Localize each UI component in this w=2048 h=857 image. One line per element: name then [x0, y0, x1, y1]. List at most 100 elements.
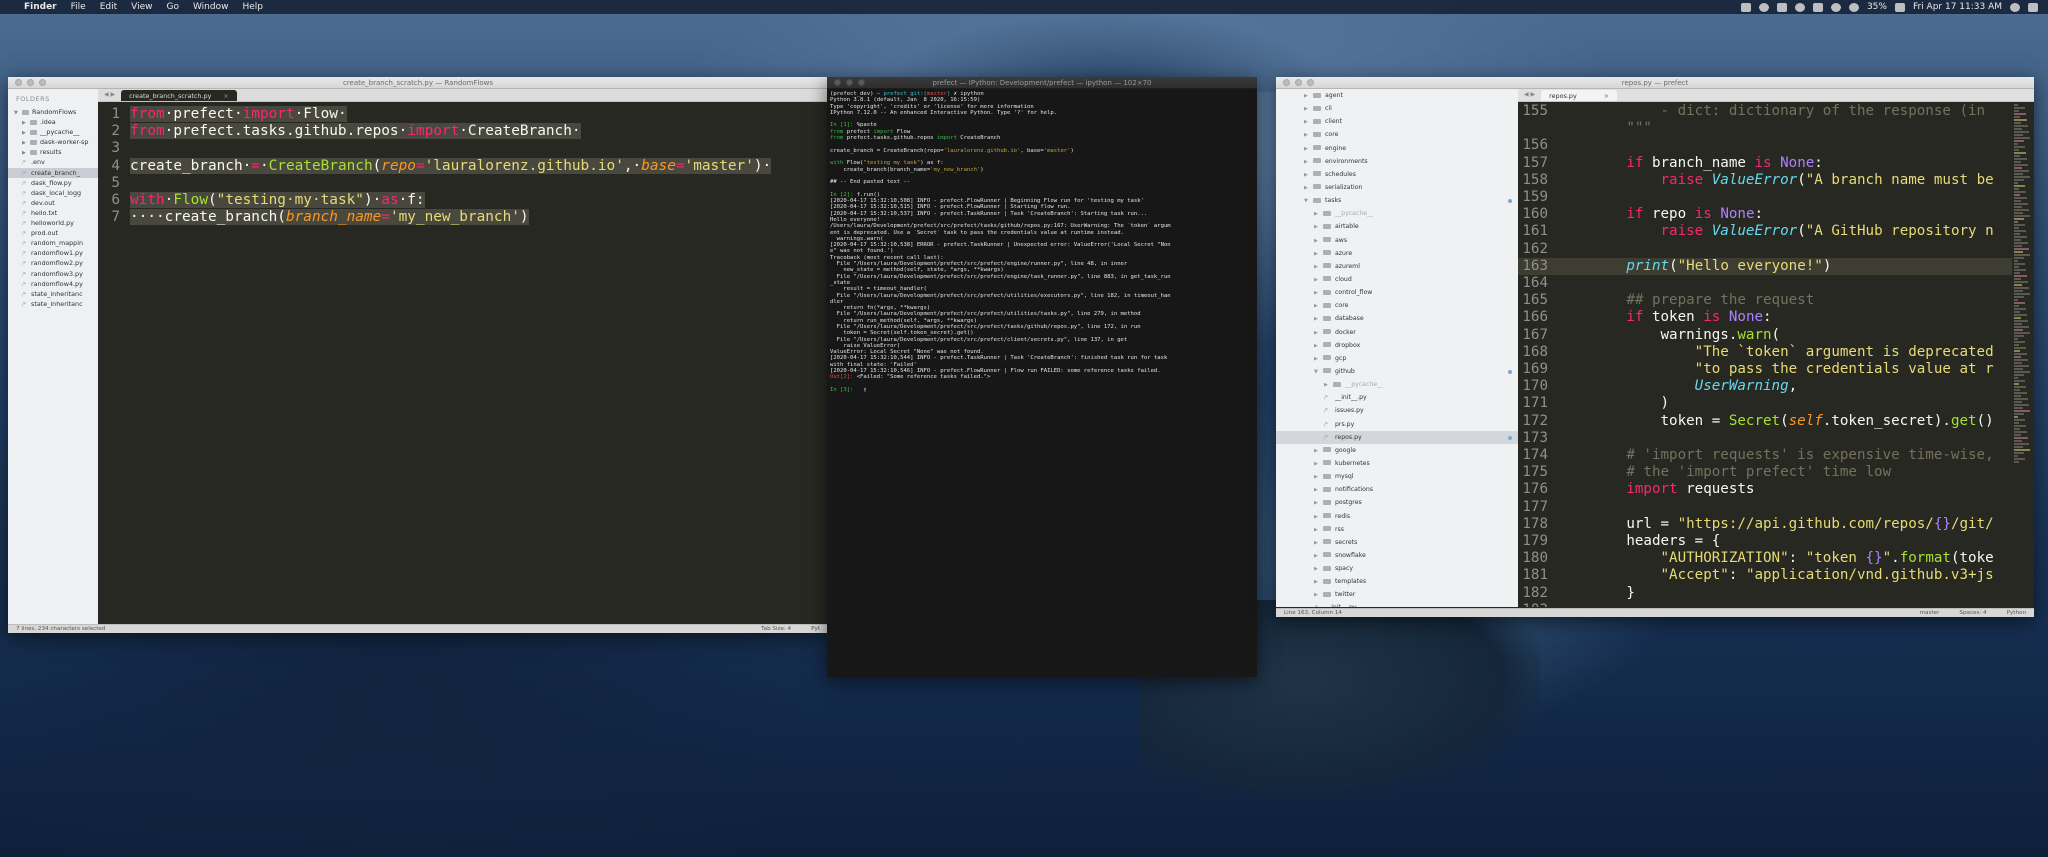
zoom-button[interactable] [1307, 79, 1314, 86]
close-button[interactable] [834, 79, 841, 86]
folder-item[interactable]: ▶ core [1276, 299, 1518, 312]
chevron-down-icon[interactable]: ▼ [1314, 366, 1323, 378]
chevron-right-icon[interactable]: ▶ [1304, 143, 1313, 155]
folder-item[interactable]: ▶ redis [1276, 510, 1518, 523]
folder-item[interactable]: ▶ postgres [1276, 496, 1518, 509]
file-item[interactable]: /* create_branch_ [8, 167, 98, 178]
chevron-down-icon[interactable]: ▼ [14, 108, 22, 117]
folder-item[interactable]: ▶ agent [1276, 89, 1518, 102]
folder-item[interactable]: ▶ dask-worker-sp [8, 137, 98, 147]
tab-nav-arrows-icon[interactable]: ◀ ▶ [1518, 91, 1541, 101]
flow-status-icon[interactable] [1776, 2, 1787, 12]
folder-item[interactable]: ▶ spacy [1276, 562, 1518, 575]
menu-view[interactable]: View [131, 2, 152, 12]
chevron-right-icon[interactable]: ▶ [1314, 458, 1323, 470]
folder-item[interactable]: ▶ environments [1276, 155, 1518, 168]
chevron-right-icon[interactable]: ▶ [1304, 169, 1313, 181]
chevron-right-icon[interactable]: ▶ [1314, 274, 1323, 286]
file-item[interactable]: /*__init__.py [1276, 391, 1518, 404]
file-item[interactable]: /* prod.out [8, 228, 98, 238]
folder-item[interactable]: ▶ serialization [1276, 181, 1518, 194]
file-item[interactable]: /* dev.out [8, 198, 98, 208]
folder-item[interactable]: ▶ client [1276, 115, 1518, 128]
control-center-icon[interactable] [2028, 2, 2038, 12]
status-git-branch[interactable]: master [1920, 610, 1940, 616]
zoom-button[interactable] [39, 79, 46, 86]
terminal-output[interactable]: (prefect_dev) → prefect git:(master) ✗ i… [827, 89, 1257, 677]
code-editor[interactable]: 155 - dict: dictionary of the response (… [1518, 103, 2012, 607]
chevron-right-icon[interactable]: ▶ [1304, 103, 1313, 115]
file-item[interactable]: /* issues.py [1276, 404, 1518, 417]
chevron-right-icon[interactable]: ▶ [1314, 313, 1323, 325]
display-icon[interactable] [1812, 2, 1823, 12]
file-item[interactable]: /* randomflow1.py [8, 248, 98, 258]
folder-item[interactable]: ▶ .idea [8, 117, 98, 127]
folder-item[interactable]: ▶ control_flow [1276, 286, 1518, 299]
folder-item[interactable]: ▶ kubernetes [1276, 457, 1518, 470]
folder-item[interactable]: ▶ dropbox [1276, 339, 1518, 352]
folder-item[interactable]: ▶ rss [1276, 523, 1518, 536]
right-window-titlebar[interactable]: repos.py — prefect [1276, 77, 2034, 89]
timer-icon[interactable] [1794, 2, 1805, 12]
folder-item[interactable]: ▶ cloud [1276, 273, 1518, 286]
code-editor[interactable]: 1 from·prefect·import·Flow· 2 from·prefect.… [98, 103, 828, 623]
folder-item[interactable]: ▶ engine [1276, 142, 1518, 155]
folder-item[interactable]: ▶ core [1276, 128, 1518, 141]
menu-go[interactable]: Go [166, 2, 178, 12]
chevron-right-icon[interactable]: ▶ [1314, 511, 1323, 523]
zoom-button[interactable] [858, 79, 865, 86]
folder-item[interactable]: ▼ RandomFlows [8, 107, 98, 117]
chevron-right-icon[interactable]: ▶ [1314, 208, 1323, 220]
folder-item[interactable]: ▶ secrets [1276, 536, 1518, 549]
menu-app-finder[interactable]: Finder [24, 2, 57, 12]
folder-item[interactable]: ▼ tasks [1276, 194, 1518, 207]
tab-nav-arrows-icon[interactable]: ◀ ▶ [98, 91, 121, 101]
chevron-right-icon[interactable]: ▶ [1314, 537, 1323, 549]
chevron-right-icon[interactable]: ▶ [1314, 300, 1323, 312]
file-item[interactable]: /* randomflow2.py [8, 258, 98, 268]
folder-item[interactable]: ▶ aws [1276, 234, 1518, 247]
chevron-right-icon[interactable]: ▶ [1314, 235, 1323, 247]
chevron-right-icon[interactable]: ▶ [1314, 261, 1323, 273]
tab-create-branch[interactable]: create_branch_scratch.py × [121, 90, 237, 101]
file-item[interactable]: /* randomflow4.py [8, 279, 98, 289]
menu-help[interactable]: Help [242, 2, 263, 12]
menu-edit[interactable]: Edit [100, 2, 117, 12]
chevron-right-icon[interactable]: ▶ [1304, 182, 1313, 194]
folder-item[interactable]: ▶ __pycache__ [1276, 207, 1518, 220]
tab-repos[interactable]: repos.py × [1541, 90, 1618, 101]
chevron-right-icon[interactable]: ▶ [1314, 497, 1323, 509]
file-item[interactable]: /*__init__.py [1276, 601, 1518, 607]
folder-item[interactable]: ▶ __pycache__ [8, 127, 98, 137]
file-item[interactable]: /* random_mappin [8, 238, 98, 248]
close-tab-icon[interactable]: × [223, 92, 228, 101]
folder-item[interactable]: ▶ azureml [1276, 260, 1518, 273]
chevron-right-icon[interactable]: ▶ [1324, 379, 1333, 391]
folder-item[interactable]: ▶ gcp [1276, 352, 1518, 365]
wifi-icon[interactable] [1848, 2, 1859, 12]
chevron-right-icon[interactable]: ▶ [1314, 353, 1323, 365]
left-window-titlebar[interactable]: create_branch_scratch.py — RandomFlows [8, 77, 828, 89]
status-syntax[interactable]: Python [2007, 610, 2026, 616]
file-item[interactable]: /* helloworld.py [8, 218, 98, 228]
chevron-right-icon[interactable]: ▶ [1304, 90, 1313, 102]
file-item[interactable]: /* .env [8, 157, 98, 167]
chevron-right-icon[interactable]: ▶ [1314, 340, 1323, 352]
file-item[interactable]: /* randomflow3.py [8, 269, 98, 279]
chevron-right-icon[interactable]: ▶ [1314, 524, 1323, 536]
folder-item[interactable]: ▶ schedules [1276, 168, 1518, 181]
file-item[interactable]: /* state_inheritanc [8, 289, 98, 299]
folder-item[interactable]: ▶ azure [1276, 247, 1518, 260]
folder-item[interactable]: ▶ cli [1276, 102, 1518, 115]
menubar-clock[interactable]: Fri Apr 17 11:33 AM [1913, 2, 2002, 12]
file-item[interactable]: /* hello.txt [8, 208, 98, 218]
file-item[interactable]: /* repos.py [1276, 430, 1518, 444]
minimize-button[interactable] [846, 79, 853, 86]
file-item[interactable]: /* dask_flow.py [8, 178, 98, 188]
chevron-right-icon[interactable]: ▶ [22, 138, 30, 147]
close-button[interactable] [1283, 79, 1290, 86]
chevron-right-icon[interactable]: ▶ [1314, 563, 1323, 575]
app-status-icon[interactable] [1740, 2, 1751, 12]
folder-item[interactable]: ▶ results [8, 147, 98, 157]
folder-item[interactable]: ▶ snowflake [1276, 549, 1518, 562]
